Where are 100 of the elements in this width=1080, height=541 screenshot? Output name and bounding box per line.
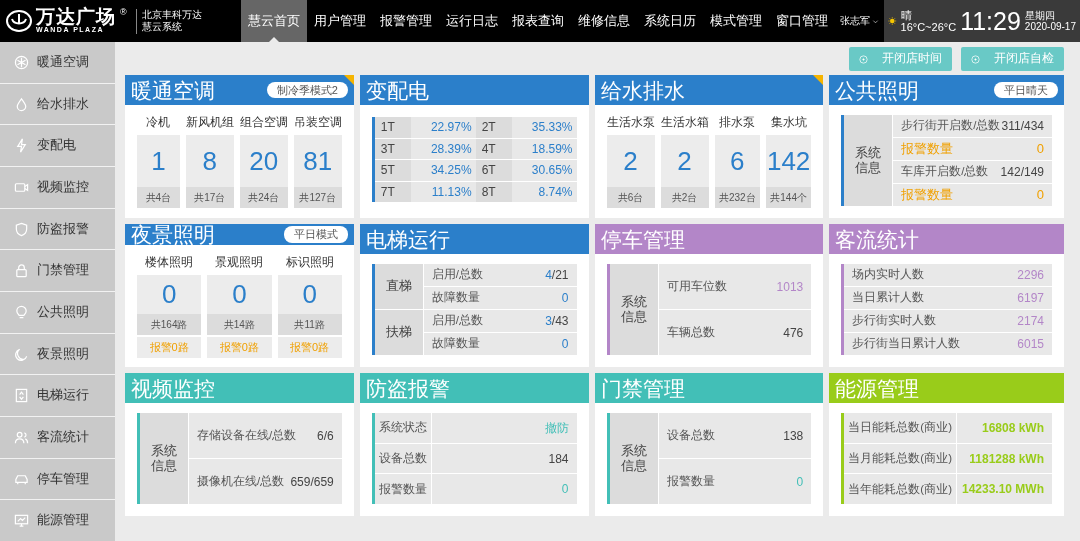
row-value: 1013 [776,278,804,296]
row-value: 2174 [1017,313,1044,330]
row-label: 步行街当日累计人数 [852,336,961,352]
pair-value: 28.39% [410,138,476,159]
weather-condition: 晴 [900,8,913,21]
tile-total: 共24台 [239,187,288,208]
row-label: 系统状态 [374,413,431,443]
pair-label: 3T [374,138,411,159]
sidebar-item[interactable]: 变配电 [0,125,115,166]
weekday: 星期四 [1024,9,1056,21]
row-label: 报警数量 [666,473,715,489]
registered-mark: ® [120,6,127,19]
clock-time: 11:29 [960,8,1021,34]
row-value: 311/434 [1001,118,1044,135]
site-name: 慧云系统 [141,21,183,34]
nav-tab[interactable]: 慧云首页 [241,0,307,42]
user-menu[interactable]: 张志军 [835,0,884,42]
card-title: 变配电 [365,79,429,101]
row-label: 场内实时人数 [852,267,925,283]
pair-label: 2T [475,117,512,138]
tile-alarm: 报警0路 [207,337,272,358]
row-value: 6197 [1017,290,1044,307]
shield-icon [14,221,29,237]
sidebar-item[interactable]: 能源管理 [0,500,115,541]
nav-tab[interactable]: 运行日志 [439,0,505,42]
tile-value: 0 [207,275,272,314]
nav-tab[interactable]: 报警管理 [373,0,439,42]
sidebar-item[interactable]: 夜景照明 [0,333,115,375]
sidebar-item[interactable]: 视频监控 [0,167,115,208]
card-title: 防盗报警 [365,377,450,399]
pair-label: 7T [374,181,411,202]
group-label: 系统信息 [609,264,658,355]
tile-value: 6 [714,135,760,187]
row-value: 6/6 [317,427,334,445]
site-name: 北京丰科万达 [141,8,202,21]
pair-label: 1T [374,117,411,138]
row-label: 当日能耗总数(商业) [844,413,956,443]
nav-tab[interactable]: 维修信息 [571,0,637,42]
nav-tab[interactable]: 模式管理 [703,0,769,42]
card-title: 暖通空调 [131,79,215,101]
group-label: 系统信息 [844,115,893,206]
tile-label: 生活水泵 [606,114,655,131]
card-title: 能源管理 [835,377,920,399]
tile-total: 共11路 [277,314,342,335]
group-label: 系统信息 [140,413,188,504]
row-label: 报警数量 [901,140,954,159]
tile-label: 组合空调 [239,114,288,131]
row-label: 当年能耗总数(商业) [844,474,956,504]
row-value: 6015 [1017,336,1044,353]
card-title: 给水排水 [600,79,685,101]
pair-value: 18.59% [511,138,577,159]
sidebar-item[interactable]: 门禁管理 [0,250,115,292]
tile-value: 81 [293,135,342,187]
sidebar-item[interactable]: 客流统计 [0,417,115,458]
row-label: 设备总数 [374,443,431,474]
sidebar-item[interactable]: 电梯运行 [0,375,115,417]
pair-value: 35.33% [511,117,577,138]
tile-label: 生活水箱 [660,114,709,131]
row-value: 0 [561,290,569,307]
date: 2020-09-17 [1024,21,1076,33]
sidebar-item[interactable]: 停车管理 [0,458,115,500]
tile-alarm: 报警0路 [277,337,342,358]
sidebar-item[interactable]: 防盗报警 [0,208,115,250]
sidebar-item[interactable]: 给水排水 [0,83,115,125]
card-title: 夜景照明 [131,224,215,245]
card-title: 电梯运行 [365,228,450,250]
mode-pill: 制冷季模式2 [266,81,348,99]
nav-tab[interactable]: 系统日历 [637,0,703,42]
row-label: 摄像机在线/总数 [197,473,285,489]
nav-tab[interactable]: 报表查询 [505,0,571,42]
tile-value: 20 [239,135,288,187]
bolt-icon [14,138,29,154]
sidebar-item[interactable]: 暖通空调 [0,42,115,83]
tile-label: 冷机 [145,114,172,131]
tile-value: 0 [277,275,342,314]
row-value: 16808 kWh [956,413,1052,443]
card-title: 公共照明 [835,79,920,101]
lock-icon [14,263,29,279]
tile-total: 共14路 [207,314,272,335]
row-value: 184 [431,443,577,474]
sidebar-item[interactable]: 公共照明 [0,292,115,333]
pair-label: 4T [475,138,512,159]
tile-value: 8 [185,135,234,187]
pair-value: 8.74% [511,181,577,202]
tile-label: 标识照明 [284,254,335,271]
nav-tab[interactable]: 窗口管理 [769,0,835,42]
row-label: 启用/总数 [431,267,483,283]
row-label: 车辆总数 [666,324,715,340]
tile-label: 排水泵 [718,114,757,131]
mode-pill: 平日晴天 [994,81,1058,99]
pair-label: 6T [475,160,512,181]
card-title: 停车管理 [600,228,685,250]
tile-total: 共144个 [765,187,812,208]
row-label: 设备总数 [666,427,715,443]
tile-total: 共164路 [137,314,202,335]
row-label: 报警数量 [374,474,431,504]
nav-tab[interactable]: 用户管理 [307,0,373,42]
row-label: 故障数量 [431,290,480,306]
tile-total: 共4台 [137,187,180,208]
row-label: 步行街实时人数 [852,313,937,329]
